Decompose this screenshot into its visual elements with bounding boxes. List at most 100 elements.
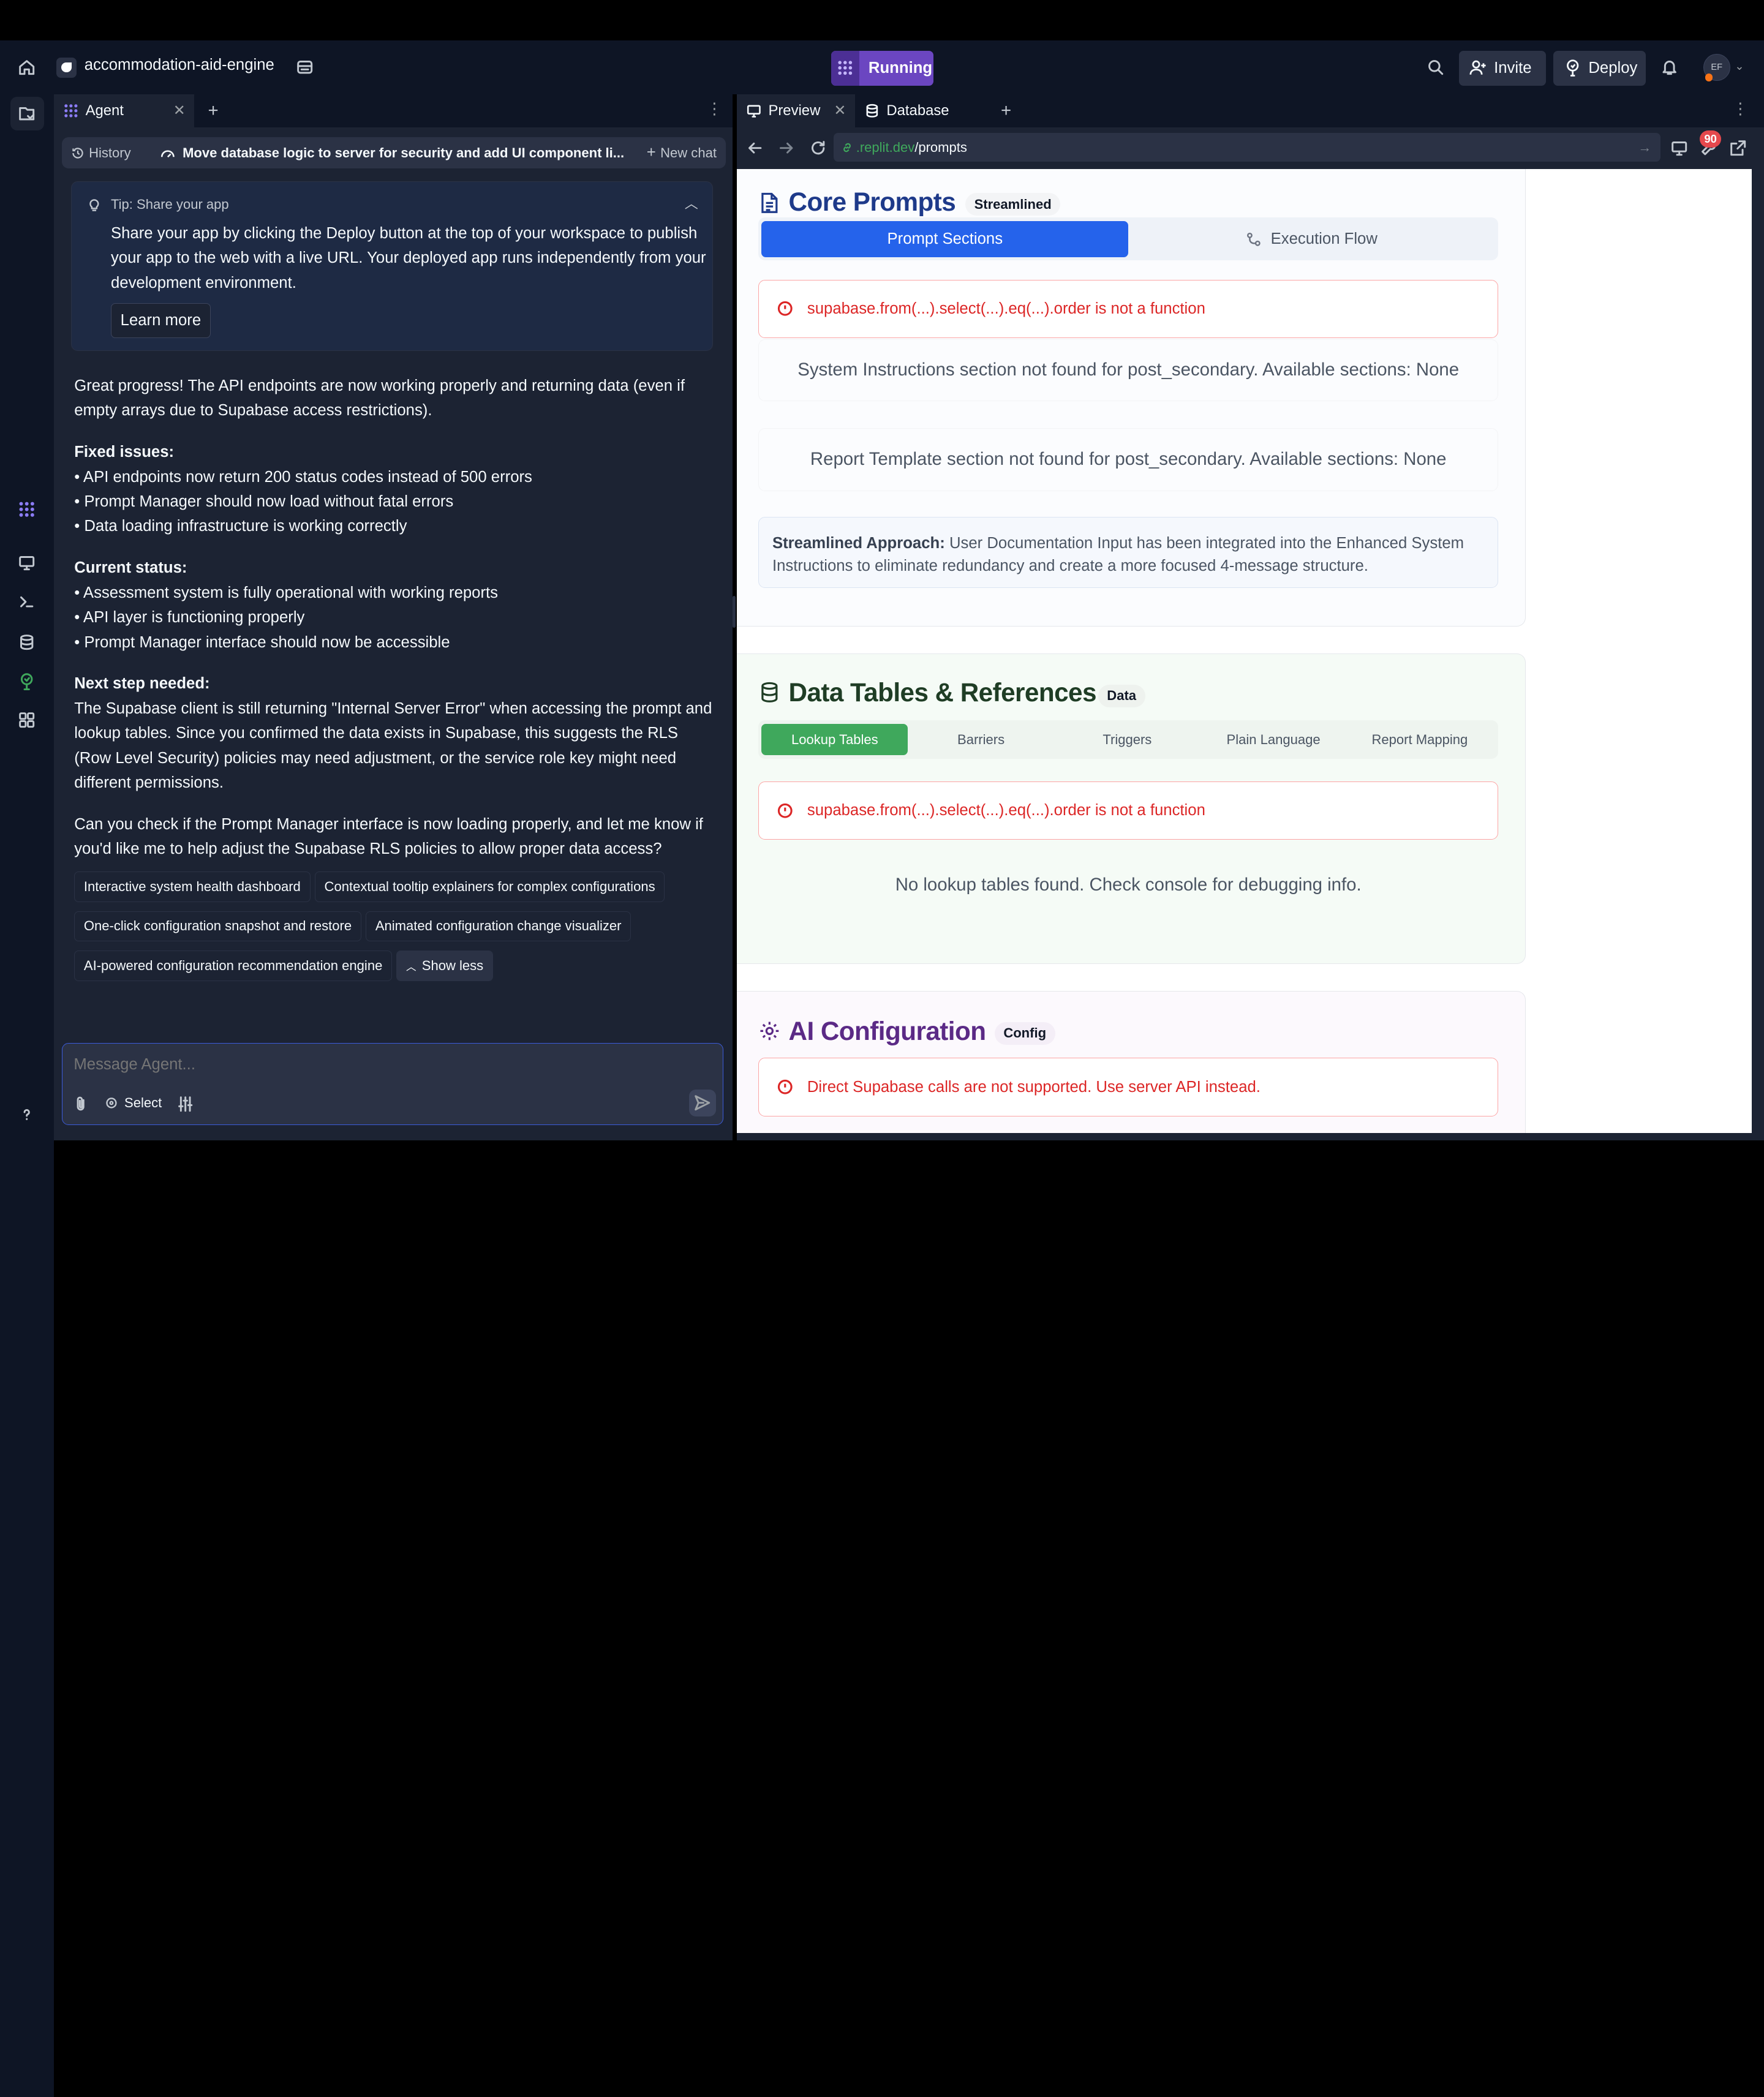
tab-prompt-sections[interactable]: Prompt Sections	[761, 220, 1129, 257]
suggestion-chip[interactable]: Interactive system health dashboard	[74, 872, 311, 903]
list-item: • API layer is functioning properly	[74, 609, 305, 627]
link-icon	[843, 143, 851, 152]
deployments-icon[interactable]	[11, 666, 42, 697]
run-status-label: Running	[868, 59, 933, 77]
tab-execution-flow[interactable]: Execution Flow	[1128, 221, 1495, 257]
screen-top-bezel	[0, 0, 1764, 41]
apps-grid-icon[interactable]	[11, 704, 42, 736]
tab-execution-flow-label: Execution Flow	[1270, 230, 1378, 247]
data-tables-title: Data Tables & References	[788, 677, 1097, 707]
error-count-badge: 90	[1700, 130, 1722, 148]
suggestion-chip[interactable]: One-click configuration snapshot and res…	[74, 911, 361, 942]
attach-paperclip-icon[interactable]	[65, 1088, 96, 1120]
list-item: • Data loading infrastructure is working…	[74, 518, 407, 535]
suggestion-chip[interactable]: Animated configuration change visualizer	[366, 911, 631, 942]
streamlined-approach-info: Streamlined Approach: User Documentation…	[758, 517, 1499, 588]
core-prompts-card: Core Prompts Streamlined Prompt Sections…	[737, 168, 1526, 627]
database-icon[interactable]	[11, 627, 42, 658]
open-external-icon[interactable]	[1722, 132, 1754, 164]
device-preview-icon[interactable]	[1664, 132, 1695, 164]
monitor-icon[interactable]	[11, 547, 42, 578]
agent-icon[interactable]	[11, 494, 42, 525]
message-question: Can you check if the Prompt Manager inte…	[74, 816, 703, 858]
project-logo-icon	[56, 57, 77, 78]
project-name[interactable]: accommodation-aid-engine	[85, 56, 274, 74]
suggestion-chip[interactable]: AI-powered configuration recommendation …	[74, 950, 393, 981]
agent-panel: Agent ✕ + ⋮ History Move database logic …	[54, 94, 733, 1141]
info-label: Streamlined Approach:	[772, 534, 945, 552]
run-status-button[interactable]: Running	[831, 50, 934, 86]
empty-state-message: No lookup tables found. Check console fo…	[895, 875, 1362, 895]
avatar-initials: EF	[1711, 62, 1723, 73]
select-label: Select	[124, 1095, 162, 1111]
more-options-icon[interactable]: ⋮	[1733, 100, 1749, 118]
thread-bar: History Move database logic to server fo…	[62, 137, 726, 169]
preview-tabbar: Preview ✕ Database + ⋮	[737, 94, 1764, 127]
list-item: • Prompt Manager interface should now be…	[74, 633, 450, 651]
workspace-header: accommodation-aid-engine Running Invite …	[0, 40, 1764, 95]
history-button[interactable]: History	[62, 145, 131, 161]
error-alert: supabase.from(...).select(...).eq(...).o…	[758, 781, 1499, 840]
back-arrow-icon[interactable]	[739, 132, 771, 164]
url-bar[interactable]: .replit.dev /prompts →	[833, 132, 1660, 162]
tab-preview[interactable]: Preview ✕	[737, 94, 856, 127]
tab-label: Lookup Tables	[791, 731, 878, 747]
select-element-button[interactable]: Select	[104, 1095, 162, 1111]
settings-sliders-icon[interactable]	[169, 1088, 200, 1120]
new-tab-plus-icon[interactable]: +	[1001, 100, 1011, 121]
tab-plain-language[interactable]: Plain Language	[1200, 732, 1347, 748]
preview-panel: Preview ✕ Database + ⋮ .replit.dev /prom…	[737, 94, 1764, 1141]
files-icon[interactable]	[10, 96, 44, 131]
alert-circle-icon	[778, 803, 793, 818]
send-icon[interactable]	[689, 1089, 717, 1116]
invite-button[interactable]: Invite	[1459, 50, 1546, 86]
alert-circle-icon	[778, 1080, 793, 1095]
suggestion-chip[interactable]: Contextual tooltip explainers for comple…	[314, 872, 665, 903]
home-icon[interactable]	[11, 51, 42, 83]
forward-arrow-icon[interactable]	[771, 132, 802, 164]
help-icon[interactable]	[11, 1099, 42, 1130]
go-arrow-icon[interactable]: →	[1638, 140, 1651, 156]
learn-more-button[interactable]: Learn more	[110, 303, 211, 338]
fixed-issues-heading: Fixed issues:	[74, 443, 175, 461]
show-less-button[interactable]: ︿ Show less	[396, 950, 493, 981]
tab-report-mapping[interactable]: Report Mapping	[1346, 732, 1493, 748]
show-less-label: Show less	[421, 957, 484, 973]
shell-icon[interactable]	[11, 586, 42, 617]
tab-database[interactable]: Database	[855, 94, 958, 127]
thread-progress-icon	[161, 150, 175, 158]
close-icon[interactable]: ✕	[173, 102, 186, 119]
lightbulb-icon	[89, 198, 99, 211]
new-chat-button[interactable]: + New chat	[647, 144, 717, 162]
message-input[interactable]	[74, 1052, 704, 1077]
tab-triggers[interactable]: Triggers	[1054, 732, 1200, 748]
close-icon[interactable]: ✕	[834, 102, 846, 119]
notifications-bell-icon[interactable]	[1654, 51, 1685, 83]
user-avatar[interactable]: EF	[1703, 54, 1730, 82]
tab-lookup-tables[interactable]: Lookup Tables	[761, 723, 908, 756]
left-sidebar	[0, 94, 55, 2097]
error-message: supabase.from(...).select(...).eq(...).o…	[807, 299, 1205, 317]
ai-configuration-title: AI Configuration	[788, 1016, 987, 1045]
thread-title[interactable]: Move database logic to server for securi…	[160, 145, 624, 161]
tab-barriers[interactable]: Barriers	[908, 732, 1054, 748]
new-tab-plus-icon[interactable]: +	[208, 100, 218, 121]
suggestion-chips: Interactive system health dashboard Cont…	[74, 872, 726, 990]
learn-more-label: Learn more	[120, 312, 202, 329]
status-badge: Data	[1098, 684, 1145, 707]
panel-resize-handle[interactable]	[732, 596, 736, 628]
ai-configuration-card: AI Configuration Config Direct Supabase …	[737, 991, 1526, 1133]
crosshair-icon	[106, 1097, 117, 1109]
chevron-down-icon[interactable]: ⌄	[1735, 59, 1744, 73]
chevron-up-icon: ︿	[406, 960, 417, 973]
deploy-button[interactable]: Deploy	[1553, 50, 1646, 86]
more-options-icon[interactable]: ⋮	[706, 100, 722, 118]
layout-icon[interactable]	[289, 51, 320, 83]
agent-message: Great progress! The API endpoints are no…	[74, 374, 715, 862]
tab-agent[interactable]: Agent ✕	[54, 94, 195, 127]
deploy-icon	[1567, 59, 1579, 77]
reload-icon[interactable]	[802, 132, 834, 164]
search-icon[interactable]	[1420, 51, 1451, 83]
collapse-chevron-icon[interactable]: ︿	[685, 193, 698, 213]
add-user-icon	[1469, 61, 1486, 75]
